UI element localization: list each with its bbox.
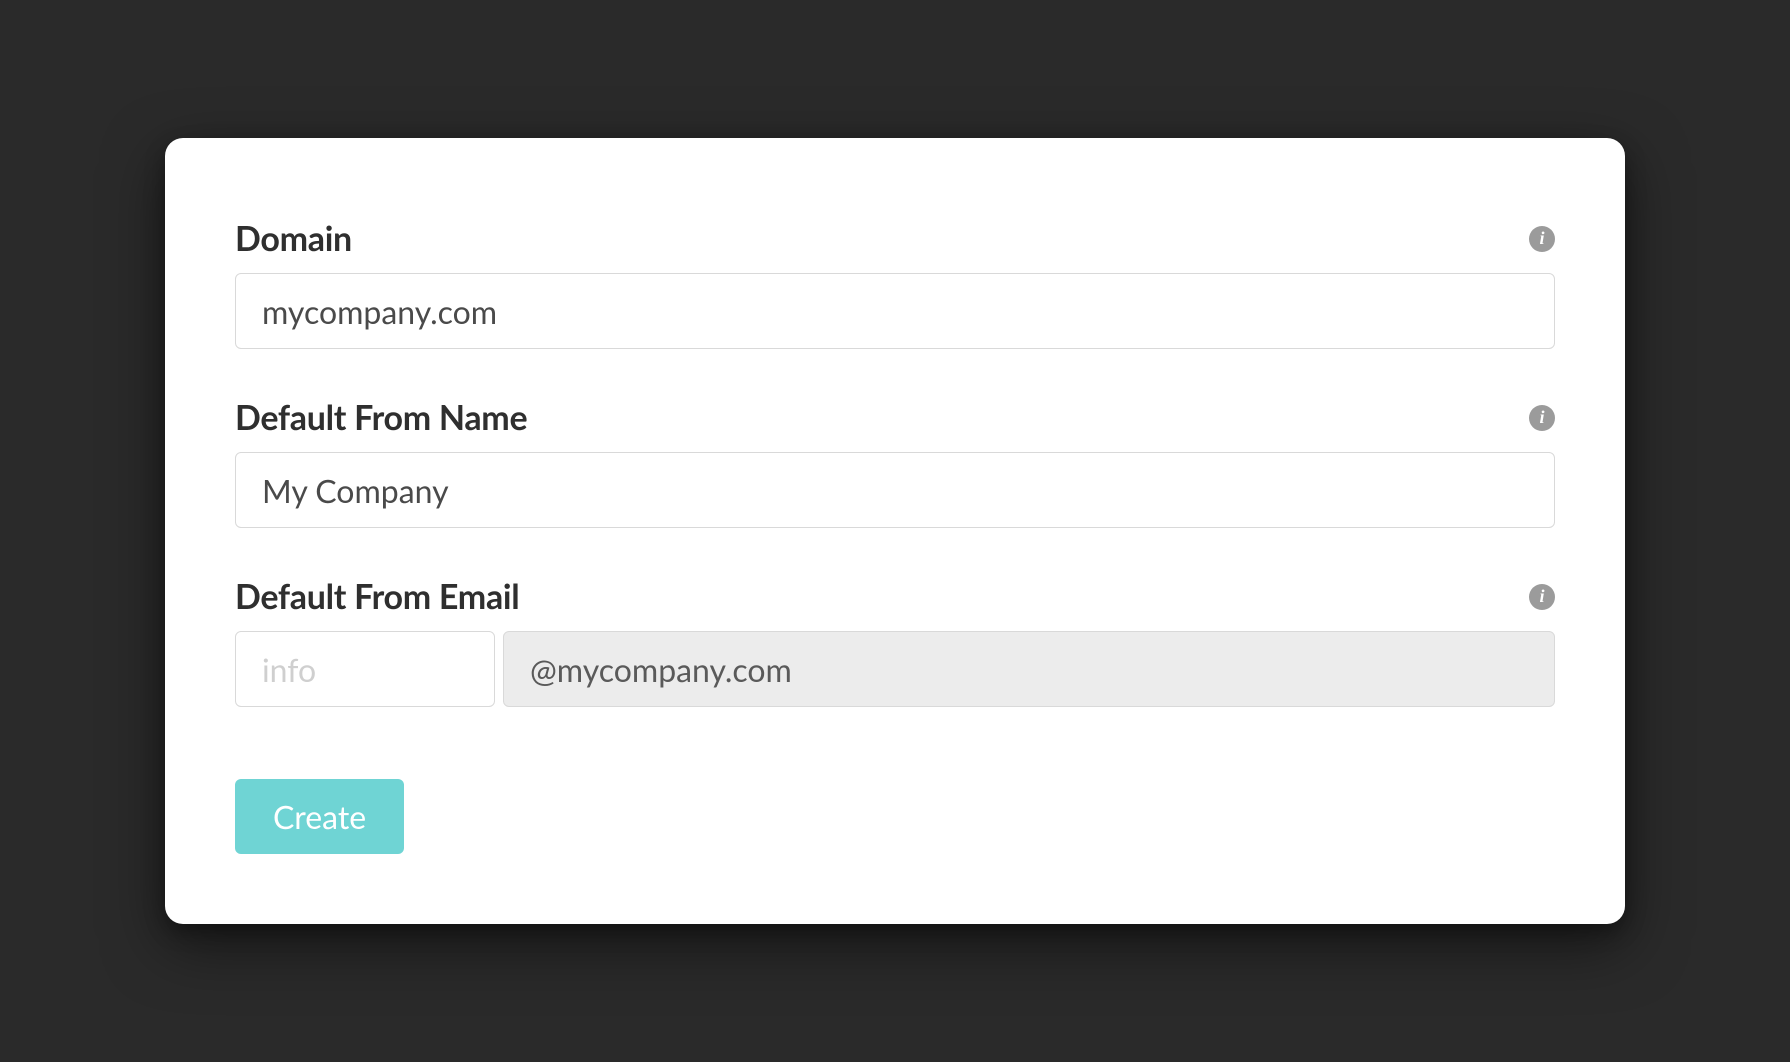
from-email-label-row: Default From Email i — [235, 576, 1555, 617]
from-email-suffix-text: @mycompany.com — [530, 650, 792, 689]
from-email-field-group: Default From Email i @mycompany.com — [235, 576, 1555, 707]
from-email-label: Default From Email — [235, 576, 519, 617]
info-icon[interactable]: i — [1529, 226, 1555, 252]
domain-input[interactable] — [235, 273, 1555, 349]
domain-form-card: Domain i Default From Name i Default Fro… — [165, 138, 1625, 924]
info-icon[interactable]: i — [1529, 405, 1555, 431]
create-button[interactable]: Create — [235, 779, 404, 854]
from-name-label: Default From Name — [235, 397, 527, 438]
domain-field-group: Domain i — [235, 218, 1555, 349]
info-icon[interactable]: i — [1529, 584, 1555, 610]
from-email-row: @mycompany.com — [235, 631, 1555, 707]
from-name-label-row: Default From Name i — [235, 397, 1555, 438]
from-name-field-group: Default From Name i — [235, 397, 1555, 528]
domain-label-row: Domain i — [235, 218, 1555, 259]
domain-label: Domain — [235, 218, 352, 259]
from-email-prefix-input[interactable] — [235, 631, 495, 707]
from-name-input[interactable] — [235, 452, 1555, 528]
from-email-suffix: @mycompany.com — [503, 631, 1555, 707]
